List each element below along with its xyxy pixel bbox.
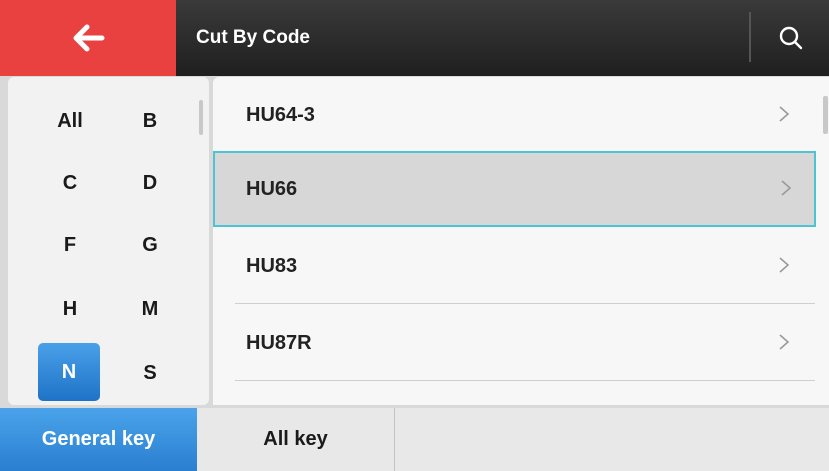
list-item[interactable]: HU87R (213, 305, 816, 381)
list-item-label: HU64-3 (246, 103, 315, 126)
letter-filter-m[interactable]: M (128, 285, 172, 333)
letter-filter-n[interactable]: N (38, 343, 100, 401)
list-item[interactable]: HU83 (213, 228, 816, 304)
list-item[interactable]: HU64-3 (213, 77, 816, 153)
letter-filter-f[interactable]: F (48, 221, 92, 269)
letter-filter-panel: All B C D F G H M N S (8, 77, 209, 405)
list-item-selected[interactable]: HU66 (213, 151, 816, 227)
list-item-label: HU83 (246, 254, 298, 277)
tab-all-key[interactable]: All key (197, 408, 394, 471)
letter-filter-s[interactable]: S (128, 349, 172, 397)
title-bar: Cut By Code (176, 0, 829, 76)
chevron-right-icon (779, 257, 790, 273)
search-icon (779, 26, 803, 50)
letter-filter-c[interactable]: C (48, 159, 92, 207)
chevron-right-icon (779, 106, 790, 122)
letter-filter-d[interactable]: D (128, 159, 172, 207)
letter-filter-h[interactable]: H (48, 285, 92, 333)
tab-divider (394, 408, 395, 471)
list-scrollbar[interactable] (823, 96, 828, 134)
letter-filter-b[interactable]: B (128, 97, 172, 145)
header-bar: Cut By Code (0, 0, 829, 76)
list-item-label: HU66 (246, 177, 298, 200)
letter-filter-all[interactable]: All (48, 97, 92, 145)
arrow-left-icon (73, 24, 105, 52)
key-type-tabs: General key All key (0, 408, 829, 471)
chevron-right-icon (781, 180, 792, 196)
letter-filter-g[interactable]: G (128, 221, 172, 269)
search-button[interactable] (753, 0, 829, 76)
page-title: Cut By Code (196, 27, 310, 48)
chevron-right-icon (779, 334, 790, 350)
tab-general-key[interactable]: General key (0, 408, 197, 471)
code-list: HU64-3 HU66 HU83 HU87R (213, 77, 829, 405)
list-divider (235, 380, 815, 381)
back-button[interactable] (0, 0, 176, 76)
letter-scrollbar[interactable] (199, 100, 203, 135)
header-divider (749, 12, 751, 62)
list-divider (235, 303, 815, 304)
list-item-label: HU87R (246, 331, 312, 354)
